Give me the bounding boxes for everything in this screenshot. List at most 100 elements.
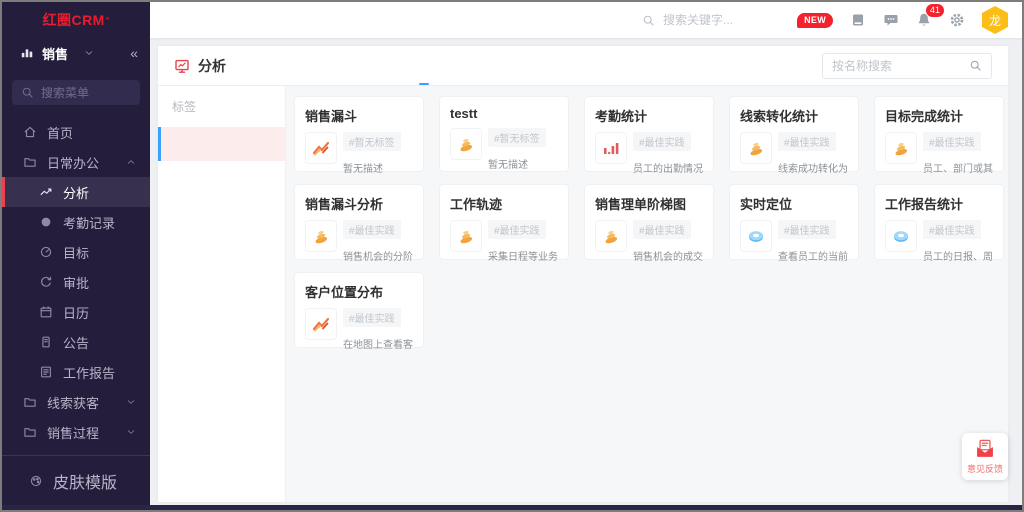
sidebar-item-label: 日历 [63, 303, 89, 322]
card-tag: #最佳实践 [488, 220, 546, 239]
feedback-label: 意见反馈 [967, 462, 1003, 475]
view-tabs [424, 46, 535, 85]
sidebar-item-approval[interactable]: 审批 [2, 267, 150, 297]
settings-gear-icon[interactable] [949, 12, 965, 28]
sidebar-item-target[interactable]: 目标 [2, 237, 150, 267]
card-title: 线索转化统计 [740, 106, 848, 125]
workspace-switcher[interactable]: 销售 « [2, 38, 150, 68]
sidebar-item-label: 皮肤模版 [53, 469, 117, 493]
collapse-sidebar-button[interactable]: « [130, 45, 138, 61]
dashboard-card[interactable]: 销售漏斗分析 #最佳实践 销售机会的分阶段漏... [294, 184, 424, 260]
chevron-down-icon [126, 397, 136, 407]
card-description: 暂无描述 [488, 156, 558, 171]
sidebar-item-label: 销售过程 [47, 423, 99, 442]
sidebar-item-deal-process[interactable]: 交易过程 [2, 447, 150, 455]
donut-blue-icon [740, 220, 772, 252]
dashboard-card[interactable]: 销售漏斗 #暂无标签 暂无描述 [294, 96, 424, 172]
tag-filter-best-practice[interactable] [158, 161, 285, 195]
dashboard-card[interactable]: 工作报告统计 #最佳实践 员工的日报、周报和... [874, 184, 1004, 260]
folder-icon [22, 155, 37, 169]
dashboard-card[interactable]: 目标完成统计 #最佳实践 员工、部门或其他业... [874, 96, 1004, 172]
user-avatar[interactable]: 龙 [982, 6, 1008, 34]
dashboard-name-search[interactable] [822, 53, 992, 79]
sidebar-item-label: 线索获客 [47, 393, 99, 412]
sidebar-item-calendar[interactable]: 日历 [2, 297, 150, 327]
dashboard-card[interactable]: 客户位置分布 #最佳实践 在地图上查看客户的... [294, 272, 424, 348]
sidebar-item-home[interactable]: 首页 [2, 117, 150, 147]
dashboard-card[interactable]: testt #暂无标签 暂无描述 [439, 96, 569, 172]
sidebar-item-label: 分析 [63, 183, 89, 202]
global-search[interactable] [642, 13, 797, 27]
new-badge: NEW [797, 13, 833, 28]
home-icon [22, 125, 37, 139]
sidebar-item-label: 审批 [63, 273, 89, 292]
funnel-orange-icon [450, 128, 482, 160]
card-title: testt [450, 106, 558, 121]
sidebar-item-label: 交易过程 [47, 453, 99, 456]
dashboard-card[interactable]: 销售理单阶梯图 #最佳实践 销售机会的成交状态... [584, 184, 714, 260]
dashboard-card[interactable]: 实时定位 #最佳实践 查看员工的当前位置... [729, 184, 859, 260]
card-title: 销售漏斗分析 [305, 194, 413, 213]
card-tag: #最佳实践 [633, 132, 691, 151]
sidebar-item-lead-acquisition[interactable]: 线索获客 [2, 387, 150, 417]
dashboard-card[interactable]: 考勤统计 #最佳实践 员工的出勤情况统计 [584, 96, 714, 172]
sidebar-item-daily-office[interactable]: 日常办公 [2, 147, 150, 177]
sidebar-item-sales-process[interactable]: 销售过程 [2, 417, 150, 447]
card-title: 目标完成统计 [885, 106, 993, 125]
sidebar-item-attendance-record[interactable]: 考勤记录 [2, 207, 150, 237]
app-window: 红圈CRM° 销售 « 首页 日常办公 [0, 0, 1024, 512]
card-title: 考勤统计 [595, 106, 703, 125]
sidebar-item-announcement[interactable]: 公告 [2, 327, 150, 357]
panel-body: 标签 销售漏斗 #暂无标签 暂无描述 [158, 86, 1008, 502]
messages-icon[interactable] [883, 12, 899, 28]
palette-icon [28, 474, 43, 488]
card-tag: #最佳实践 [343, 220, 401, 239]
sidebar-item-label: 日常办公 [47, 153, 99, 172]
app-logo-text: 红圈CRM [42, 10, 104, 30]
dashboard-card[interactable]: 工作轨迹 #最佳实践 采集日程等业务数据... [439, 184, 569, 260]
global-search-input[interactable] [663, 13, 793, 27]
sidebar-search-input[interactable] [41, 86, 131, 100]
notifications-button[interactable]: 41 [916, 12, 932, 28]
chevron-up-icon [126, 157, 136, 167]
chevron-down-icon [126, 427, 136, 437]
page-title: 分析 [174, 56, 226, 76]
search-icon [969, 59, 982, 72]
feedback-button[interactable]: 意见反馈 [962, 433, 1008, 480]
card-description: 员工的日报、周报和... [923, 248, 993, 263]
main-area: NEW 41 龙 分析 [150, 2, 1022, 510]
sidebar-item-label: 工作报告 [63, 363, 115, 382]
sidebar-item-work-report[interactable]: 工作报告 [2, 357, 150, 387]
card-title: 客户位置分布 [305, 282, 413, 301]
feedback-envelope-icon [974, 438, 996, 460]
card-title: 工作报告统计 [885, 194, 993, 213]
dashboard-cards-grid: 销售漏斗 #暂无标签 暂无描述 testt [286, 86, 1008, 502]
analysis-icon [38, 185, 53, 199]
card-description: 销售机会的成交状态... [633, 248, 703, 263]
sidebar-item-skin-template[interactable]: 皮肤模版 [2, 466, 150, 496]
attendance-icon [38, 215, 53, 229]
search-icon [21, 86, 34, 99]
sidebar-item-label: 目标 [63, 243, 89, 262]
card-description: 暂无描述 [343, 160, 413, 175]
panel-header: 分析 [158, 46, 1008, 86]
page-title-text: 分析 [198, 56, 226, 76]
card-tag: #最佳实践 [343, 308, 401, 327]
folder-icon [22, 395, 37, 409]
announcement-icon [38, 335, 53, 349]
sidebar-search[interactable] [12, 80, 140, 105]
tag-filter-all-dashboards[interactable] [158, 127, 285, 161]
sidebar: 红圈CRM° 销售 « 首页 日常办公 [2, 2, 150, 510]
card-title: 销售漏斗 [305, 106, 413, 125]
dashboard-card[interactable]: 线索转化统计 #最佳实践 线索成功转化为客户... [729, 96, 859, 172]
analysis-monitor-icon [174, 58, 190, 74]
sidebar-item-analysis[interactable]: 分析 [2, 177, 150, 207]
dashboard-name-search-input[interactable] [832, 59, 969, 73]
card-tag: #暂无标签 [488, 128, 546, 147]
bars-red-icon [595, 132, 627, 164]
funnel-orange-icon [740, 132, 772, 164]
card-description: 员工、部门或其他业... [923, 160, 993, 175]
card-title: 实时定位 [740, 194, 848, 213]
handbook-icon[interactable] [850, 12, 866, 28]
card-description: 员工的出勤情况统计 [633, 160, 703, 175]
